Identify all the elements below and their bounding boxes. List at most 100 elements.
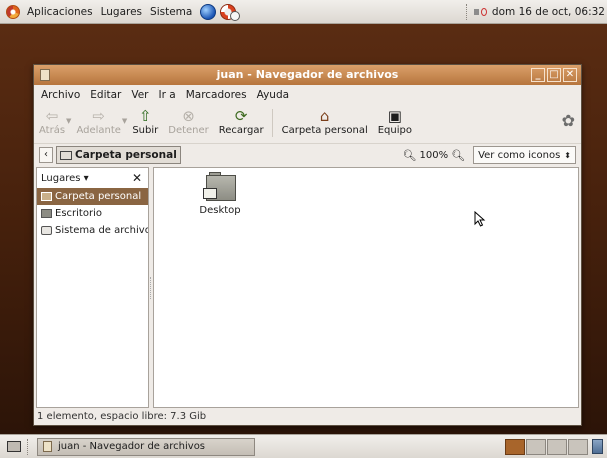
panel-separator <box>465 3 468 20</box>
side-pane-selector[interactable]: Lugares ▾ <box>41 173 89 184</box>
menu-marcadores-label: Marcadores <box>185 89 247 101</box>
workspace-2[interactable] <box>526 438 546 455</box>
taskbar-window-button[interactable]: juan - Navegador de archivos <box>37 437 255 456</box>
workspace-3[interactable] <box>547 438 567 455</box>
computer-button[interactable]: ▣ Equipo <box>373 105 417 136</box>
sidebar-item-label: Escritorio <box>55 208 102 219</box>
panel-separator <box>27 438 29 455</box>
menu-archivo-label: Archivo <box>41 89 81 101</box>
up-button[interactable]: ⇧ Subir <box>127 105 163 136</box>
side-pane-title: Lugares <box>41 172 81 184</box>
drive-icon <box>41 226 52 235</box>
stop-label: Detener <box>168 125 209 136</box>
sidebar-item-escritorio[interactable]: Escritorio <box>37 205 148 222</box>
icon-view[interactable]: Desktop <box>153 167 579 408</box>
chevron-down-icon: ▾ <box>83 172 89 184</box>
file-item-desktop[interactable]: Desktop <box>190 172 250 216</box>
menu-sistema[interactable]: Sistema <box>146 6 196 18</box>
clock[interactable]: dom 16 de oct, 06:32 <box>488 6 607 18</box>
view-mode-select[interactable]: Ver como iconos ⬍ <box>473 146 576 164</box>
taskbar-window-label: juan - Navegador de archivos <box>58 441 206 452</box>
arrow-up-icon: ⇧ <box>138 107 152 125</box>
forward-button[interactable]: ⇨ Adelante <box>71 105 125 136</box>
stop-button[interactable]: ⊗ Detener <box>163 105 214 136</box>
zoom-control: 🔍︎ 100% 🔍︎ <box>403 149 466 162</box>
gnome-foot-icon: ✿ <box>561 111 575 130</box>
home-label: Carpeta personal <box>281 125 368 136</box>
web-browser-launcher-icon[interactable] <box>200 3 217 20</box>
menu-editar-label: Editar <box>90 89 122 101</box>
bottom-panel: juan - Navegador de archivos <box>0 434 607 458</box>
file-browser-task-icon <box>43 441 52 452</box>
computer-icon: ▣ <box>387 107 402 125</box>
menu-ir-a-label: Ir a <box>158 89 176 101</box>
menu-ir-a[interactable]: Ir a <box>154 89 181 101</box>
menu-ver[interactable]: Ver <box>126 89 153 101</box>
zoom-out-icon[interactable]: 🔍︎ <box>403 149 417 162</box>
close-side-pane-icon[interactable]: ✕ <box>132 171 142 185</box>
menu-ver-label: Ver <box>131 89 149 101</box>
back-button[interactable]: ⇦ Atrás <box>34 105 70 136</box>
home-folder-icon <box>41 192 52 201</box>
desktop-folder-icon <box>203 172 237 201</box>
sidebar-item-label: Sistema de archivo <box>55 225 148 236</box>
file-browser-window: juan - Navegador de archivos _ □ ✕ Archi… <box>33 64 582 426</box>
workspace-switcher <box>505 438 588 455</box>
folder-icon <box>60 150 72 160</box>
trash-icon[interactable] <box>592 439 603 454</box>
location-bar: ‹ Carpeta personal 🔍︎ 100% 🔍︎ Ver como i… <box>34 144 581 166</box>
back-label: Atrás <box>39 125 66 136</box>
side-pane-header: Lugares ▾ ✕ <box>37 168 148 188</box>
reload-label: Recargar <box>218 125 264 136</box>
menu-marcadores[interactable]: Marcadores <box>181 89 252 101</box>
maximize-button[interactable]: □ <box>547 68 561 82</box>
desktop-background: juan - Navegador de archivos _ □ ✕ Archi… <box>0 24 607 434</box>
mouse-pointer-icon <box>474 211 486 227</box>
volume-icon[interactable] <box>473 7 488 17</box>
sidebar-item-label: Carpeta personal <box>55 191 142 202</box>
window-title: juan - Navegador de archivos <box>216 68 399 81</box>
file-name: Desktop <box>199 205 241 216</box>
up-label: Subir <box>132 125 159 136</box>
arrow-left-icon: ⇦ <box>45 107 59 125</box>
select-arrows-icon: ⬍ <box>564 150 571 160</box>
home-icon: ⌂ <box>319 107 330 125</box>
menu-aplicaciones[interactable]: Aplicaciones <box>23 6 97 18</box>
menu-ayuda-label: Ayuda <box>256 89 290 101</box>
computer-label: Equipo <box>377 125 412 136</box>
menu-lugares[interactable]: Lugares <box>97 6 146 18</box>
clock-overlay-icon <box>230 10 241 21</box>
reload-button[interactable]: ⟳ Recargar <box>214 105 269 136</box>
ubuntu-logo-icon[interactable] <box>6 4 20 19</box>
sidebar-item-carpeta-personal[interactable]: Carpeta personal <box>37 188 148 205</box>
desktop-icon <box>41 209 52 218</box>
arrow-right-icon: ⇨ <box>92 107 105 125</box>
home-button[interactable]: ⌂ Carpeta personal <box>277 105 373 136</box>
workspace-1[interactable] <box>505 438 525 455</box>
zoom-level[interactable]: 100% <box>420 150 449 161</box>
zoom-in-icon[interactable]: 🔍︎ <box>451 149 465 162</box>
toolbar-separator <box>271 109 274 137</box>
toolbar: ⇦ Atrás ▼ ⇨ Adelante ▼ ⇧ Subir ⊗ Detener… <box>34 105 581 144</box>
reload-icon: ⟳ <box>234 107 248 125</box>
stop-icon: ⊗ <box>182 107 195 125</box>
path-button-home[interactable]: Carpeta personal <box>56 146 181 164</box>
menubar: Archivo Editar Ver Ir a Marcadores Ayuda <box>34 85 581 105</box>
sidebar-item-sistema-de-archivo[interactable]: Sistema de archivo <box>37 222 148 239</box>
path-button-label: Carpeta personal <box>75 149 177 161</box>
window-titlebar[interactable]: juan - Navegador de archivos _ □ ✕ <box>34 65 581 85</box>
minimize-button[interactable]: _ <box>531 68 545 82</box>
path-left-arrow-icon[interactable]: ‹ <box>39 147 53 163</box>
show-desktop-icon[interactable] <box>7 441 21 452</box>
window-menu-icon[interactable] <box>40 69 50 81</box>
forward-label: Adelante <box>76 125 121 136</box>
notification-area: dom 16 de oct, 06:32 <box>460 0 607 24</box>
top-panel: Aplicaciones Lugares Sistema dom 16 de o… <box>0 0 607 24</box>
menu-editar[interactable]: Editar <box>85 89 126 101</box>
status-bar: 1 elemento, espacio libre: 7.3 Gib <box>37 411 207 422</box>
menu-ayuda[interactable]: Ayuda <box>252 89 294 101</box>
close-button[interactable]: ✕ <box>563 68 577 82</box>
menu-archivo[interactable]: Archivo <box>34 89 85 101</box>
workspace-4[interactable] <box>568 438 588 455</box>
view-mode-value: Ver como iconos <box>478 149 561 161</box>
